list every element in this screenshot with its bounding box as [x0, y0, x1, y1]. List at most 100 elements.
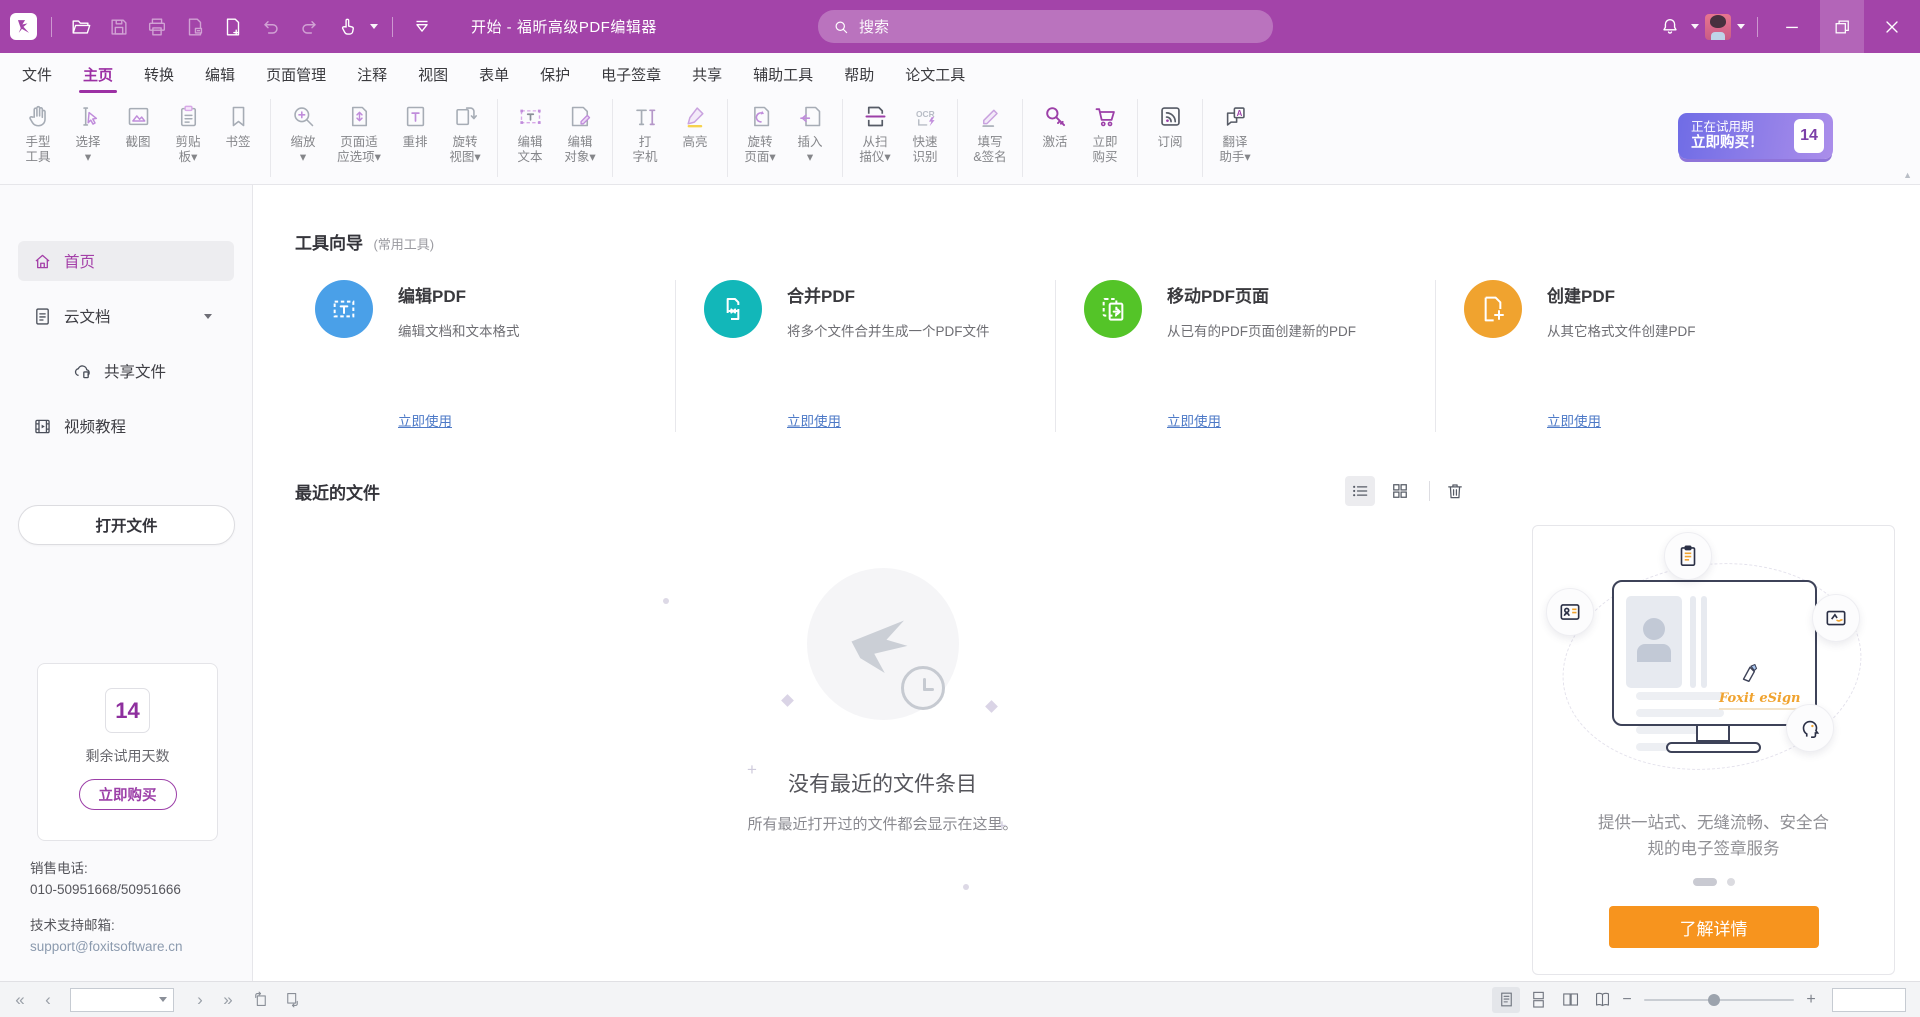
ribbon-ocr-tool[interactable]: OCR 快速 识别 — [902, 101, 948, 167]
use-now-link[interactable]: 立即使用 — [787, 410, 841, 430]
menu-help[interactable]: 帮助 — [842, 60, 876, 89]
use-now-link[interactable]: 立即使用 — [1167, 410, 1221, 430]
menu-esign[interactable]: 电子签章 — [599, 60, 663, 89]
caret-down-icon[interactable] — [204, 314, 212, 319]
ribbon-subscribe-tool[interactable]: 订阅 — [1147, 101, 1193, 152]
ribbon-translate-tool[interactable]: A 翻译 助手▾ — [1212, 101, 1258, 167]
continuous-view-button[interactable] — [1524, 987, 1552, 1013]
prev-page-button[interactable]: ‹ — [34, 990, 62, 1010]
ribbon-insert-tool[interactable]: 插入 ▾ — [787, 101, 833, 167]
menu-view[interactable]: 视图 — [416, 60, 450, 89]
use-now-link[interactable]: 立即使用 — [1547, 410, 1601, 430]
rotate-left-button[interactable] — [246, 987, 274, 1013]
ribbon-hand-tool[interactable]: 手型 工具 — [15, 101, 61, 167]
grid-view-button[interactable] — [1385, 476, 1415, 506]
search-input[interactable]: 搜索 — [818, 10, 1273, 43]
support-email-link[interactable]: support@foxitsoftware.cn — [30, 936, 183, 957]
ribbon-edit-object-tool[interactable]: 编辑 对象▾ — [557, 101, 603, 167]
ribbon-group-edit: 编辑 文本 编辑 对象▾ — [498, 99, 613, 177]
menu-protect[interactable]: 保护 — [538, 60, 572, 89]
ribbon-snapshot-tool[interactable]: 截图 — [115, 101, 161, 152]
sparkle-decoration — [963, 884, 969, 890]
sidebar-item-video-tutorials[interactable]: 视频教程 — [18, 406, 234, 446]
close-button[interactable] — [1870, 0, 1914, 53]
menu-paper-tools[interactable]: 论文工具 — [903, 60, 967, 89]
menu-file[interactable]: 文件 — [20, 60, 54, 89]
card-create-pdf[interactable]: 创建PDF 从其它格式文件创建PDF 立即使用 — [1435, 280, 1815, 432]
save-icon[interactable] — [104, 12, 134, 42]
next-page-button[interactable]: › — [186, 990, 214, 1010]
clear-recent-button[interactable] — [1440, 476, 1470, 506]
menu-convert[interactable]: 转换 — [142, 60, 176, 89]
zoom-slider[interactable] — [1644, 993, 1794, 1007]
zoom-in-button[interactable]: + — [1800, 991, 1822, 1009]
minimize-button[interactable] — [1770, 0, 1814, 53]
ribbon-rotate-view-tool[interactable]: 旋转 视图▾ — [442, 101, 488, 167]
zoom-slider-thumb[interactable] — [1708, 994, 1720, 1006]
sidebar-item-shared-files[interactable]: 共享文件 — [18, 351, 234, 391]
zoom-level-input[interactable] — [1832, 988, 1906, 1012]
menu-accessibility[interactable]: 辅助工具 — [751, 60, 815, 89]
user-avatar[interactable] — [1705, 14, 1731, 40]
sidebar-item-cloud-docs[interactable]: 云文档 — [18, 296, 234, 336]
card-merge-pdf[interactable]: 合并PDF 将多个文件合并生成一个PDF文件 立即使用 — [675, 280, 1055, 432]
sparkle-decoration: + — [747, 760, 757, 780]
facing-view-button[interactable] — [1556, 987, 1584, 1013]
ribbon-fill-sign-tool[interactable]: 填写 &签名 — [967, 101, 1013, 167]
print-icon[interactable] — [142, 12, 172, 42]
ribbon-zoom-tool[interactable]: 缩放 ▾ — [280, 101, 326, 167]
learn-more-button[interactable]: 了解详情 — [1609, 906, 1819, 948]
first-page-button[interactable]: « — [6, 990, 34, 1010]
carousel-dot-active[interactable] — [1693, 878, 1717, 886]
ribbon-buy-now-tool[interactable]: 立即 购买 — [1082, 101, 1128, 167]
ribbon-clipboard-tool[interactable]: 剪贴 板▾ — [165, 101, 211, 167]
divider — [51, 17, 52, 37]
ribbon-typewriter-tool[interactable]: 打 字机 — [622, 101, 668, 167]
open-file-icon[interactable] — [66, 12, 96, 42]
card-title: 移动PDF页面 — [1167, 280, 1435, 307]
menu-comment[interactable]: 注释 — [355, 60, 389, 89]
card-move-pdf-pages[interactable]: 移动PDF页面 从已有的PDF页面创建新的PDF 立即使用 — [1055, 280, 1435, 432]
ribbon-fit-options-tool[interactable]: 页面适 应选项▾ — [330, 101, 388, 167]
menu-form[interactable]: 表单 — [477, 60, 511, 89]
new-page-icon[interactable] — [218, 12, 248, 42]
rotate-right-button[interactable] — [278, 987, 306, 1013]
select-cursor-icon — [75, 103, 102, 130]
zoom-out-button[interactable]: − — [1616, 991, 1638, 1009]
card-edit-pdf[interactable]: 编辑PDF 编辑文档和文本格式 立即使用 — [295, 280, 675, 432]
ribbon-scanner-tool[interactable]: 从扫 描仪▾ — [852, 101, 898, 167]
ribbon-reflow-tool[interactable]: 重排 — [392, 101, 438, 152]
open-file-button[interactable]: 打开文件 — [18, 505, 235, 545]
page-number-combobox[interactable] — [70, 988, 174, 1012]
touch-mode-icon[interactable] — [332, 12, 362, 42]
ribbon-rotate-pages-tool[interactable]: 旋转 页面▾ — [737, 101, 783, 167]
undo-icon[interactable] — [256, 12, 286, 42]
use-now-link[interactable]: 立即使用 — [398, 410, 452, 430]
caret-down-icon[interactable] — [1737, 24, 1745, 29]
menu-page-management[interactable]: 页面管理 — [264, 60, 328, 89]
ribbon-bookmark-tool[interactable]: 书签 — [215, 101, 261, 152]
notifications-bell-icon[interactable] — [1655, 12, 1685, 42]
caret-down-icon[interactable] — [1691, 24, 1699, 29]
ribbon-select-tool[interactable]: 选择 ▾ — [65, 101, 111, 167]
ribbon-activate-tool[interactable]: 激活 — [1032, 101, 1078, 152]
redo-icon[interactable] — [294, 12, 324, 42]
collapse-ribbon-icon[interactable]: ▲ — [1903, 170, 1912, 180]
ribbon-highlight-tool[interactable]: 高亮 — [672, 101, 718, 152]
restore-button[interactable] — [1820, 0, 1864, 53]
trial-buy-banner[interactable]: 正在试用期 立即购买！ 14 — [1678, 113, 1833, 159]
menu-home[interactable]: 主页 — [81, 60, 115, 89]
caret-down-icon[interactable] — [370, 24, 378, 29]
buy-now-button[interactable]: 立即购买 — [79, 779, 177, 810]
ribbon-edit-text-tool[interactable]: 编辑 文本 — [507, 101, 553, 167]
customize-quick-access-icon[interactable] — [407, 12, 437, 42]
menu-edit[interactable]: 编辑 — [203, 60, 237, 89]
sidebar-item-home[interactable]: 首页 — [18, 241, 234, 281]
book-view-button[interactable] — [1588, 987, 1616, 1013]
menu-share[interactable]: 共享 — [690, 60, 724, 89]
last-page-button[interactable]: » — [214, 990, 242, 1010]
extract-page-icon[interactable] — [180, 12, 210, 42]
carousel-dot[interactable] — [1727, 878, 1735, 886]
single-page-view-button[interactable] — [1492, 987, 1520, 1013]
list-view-button[interactable] — [1345, 476, 1375, 506]
